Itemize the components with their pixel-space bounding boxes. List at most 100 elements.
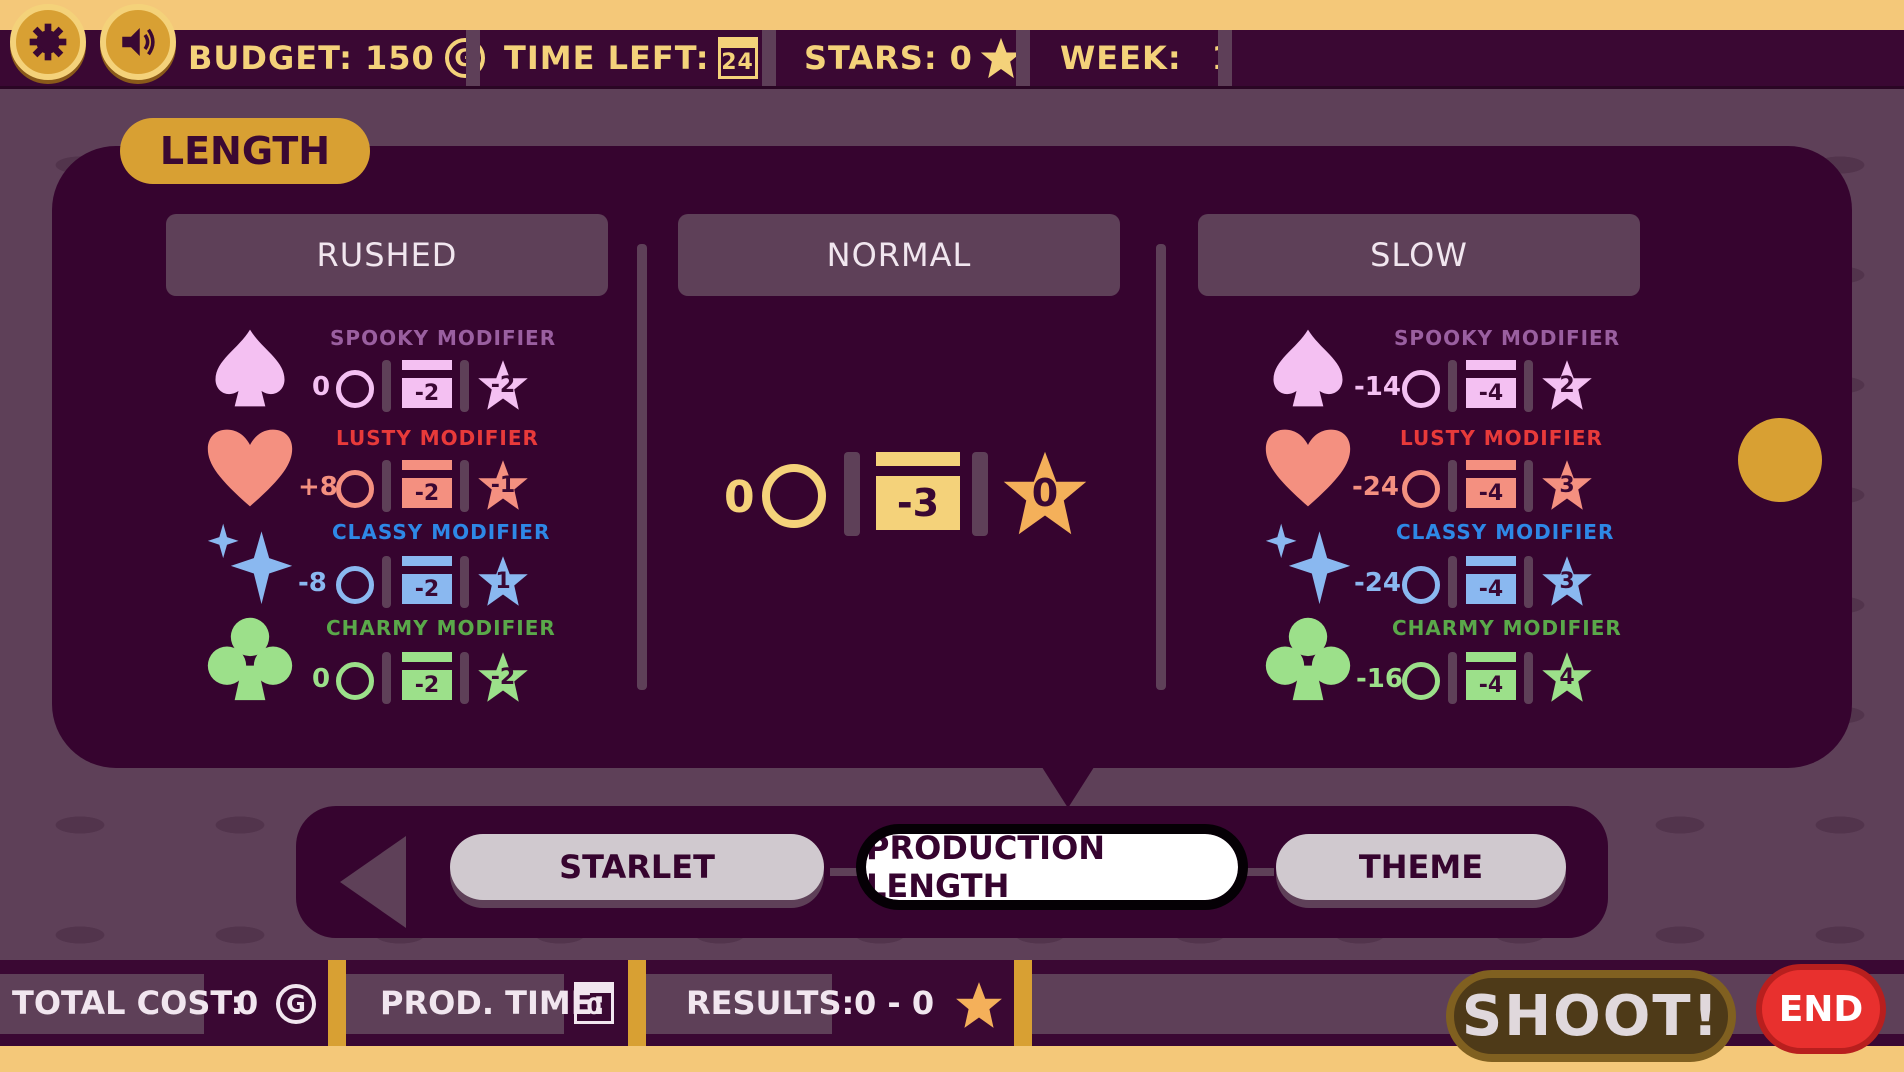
coin-icon: [1402, 662, 1440, 700]
back-arrow-icon[interactable]: [340, 836, 406, 928]
option-rushed[interactable]: RUSHED: [166, 214, 608, 296]
sound-button[interactable]: [100, 4, 176, 80]
star-icon: 2: [1540, 358, 1594, 412]
week-label: WEEK:: [1060, 39, 1182, 77]
modifier-cost: 0: [312, 664, 331, 694]
time-left-display: TIME LEFT: 24: [504, 30, 758, 86]
star-icon: -1: [476, 458, 530, 512]
modifier-time: -2: [402, 478, 452, 508]
star-icon: 1: [476, 554, 530, 608]
budget-label: BUDGET:: [188, 39, 353, 77]
calendar-icon: -3: [876, 452, 960, 536]
modifier-label: CLASSY MODIFIER: [332, 520, 551, 544]
calendar-icon: 0: [574, 982, 614, 1024]
modifier-stars: -2: [490, 372, 516, 398]
modifier-cost: -14: [1354, 372, 1401, 402]
calendar-icon: 24: [717, 37, 758, 79]
tab-production-length[interactable]: PRODUCTION LENGTH: [856, 824, 1248, 910]
calendar-icon: -4: [1466, 360, 1516, 410]
top-separator: [1218, 30, 1232, 86]
summary-cost: 0: [724, 472, 755, 523]
calendar-icon: -4: [1466, 652, 1516, 702]
budget-display: BUDGET: 150 G: [188, 30, 485, 86]
total-cost-value: 0: [236, 984, 259, 1022]
modifier-time: -2: [402, 670, 452, 700]
modifier-label: LUSTY MODIFIER: [336, 426, 539, 450]
week-display: WEEK: 1: [1060, 30, 1235, 86]
mini-divider: [460, 360, 469, 412]
shoot-button[interactable]: SHOOT!: [1446, 970, 1736, 1062]
star-icon: 4: [1540, 650, 1594, 704]
modifier-time: -4: [1466, 670, 1516, 700]
mini-divider: [460, 460, 469, 512]
modifier-label: LUSTY MODIFIER: [1400, 426, 1603, 450]
summary-time: -3: [876, 476, 960, 530]
settings-button[interactable]: [10, 4, 86, 80]
modifier-time: -4: [1466, 478, 1516, 508]
top-separator: [1016, 30, 1030, 86]
option-normal[interactable]: NORMAL: [678, 214, 1120, 296]
modifier-stars: 4: [1559, 664, 1575, 690]
modifier-stars: 3: [1559, 568, 1575, 594]
coin-icon: G: [276, 984, 316, 1024]
modifier-cost: +8: [298, 472, 338, 502]
stars-label: STARS:: [804, 39, 938, 77]
calendar-icon: -4: [1466, 460, 1516, 510]
coin-icon: [336, 662, 374, 700]
modifier-cost: -24: [1354, 568, 1401, 598]
mini-divider: [1524, 556, 1533, 608]
end-button[interactable]: END: [1756, 964, 1886, 1054]
club-icon: [207, 617, 293, 701]
mini-divider: [382, 360, 391, 412]
modifier-time: -2: [402, 378, 452, 408]
time-left-label: TIME LEFT:: [504, 39, 710, 77]
summary-stars: 0: [1031, 471, 1059, 515]
total-cost-label: TOTAL COST:: [12, 984, 244, 1022]
top-separator: [762, 30, 776, 86]
modifier-stars: 1: [495, 568, 511, 594]
club-icon: [1265, 617, 1351, 701]
coin-icon: [1402, 370, 1440, 408]
modifier-time: -2: [402, 574, 452, 604]
selection-indicator: [1738, 418, 1822, 502]
column-divider: [1156, 244, 1166, 690]
modifier-stars: -1: [490, 472, 516, 498]
coin-icon: [336, 566, 374, 604]
modifier-time: -4: [1466, 574, 1516, 604]
modifier-stars: 2: [1559, 372, 1575, 398]
calendar-icon: -2: [402, 652, 452, 702]
bottom-separator: [328, 960, 346, 1046]
modifier-cost: -8: [298, 568, 327, 598]
top-stripe: [0, 0, 1904, 30]
spade-icon: [1273, 329, 1343, 407]
top-bar: BUDGET: 150 G TIME LEFT: 24 STARS: 0 WEE…: [0, 30, 1904, 89]
star-icon: -2: [476, 650, 530, 704]
bottom-separator: [628, 960, 646, 1046]
results-label: RESULTS:: [686, 984, 855, 1022]
sparkle-icon: [1265, 523, 1351, 605]
mini-divider: [1448, 556, 1457, 608]
sparkle-icon: [207, 523, 293, 605]
budget-value: 150: [364, 39, 435, 77]
prod-time-value: 0: [586, 994, 602, 1020]
prod-time-label: PROD. TIME:: [380, 984, 606, 1022]
tab-connector: [1238, 868, 1274, 876]
stars-value: 0: [949, 39, 973, 77]
modifier-time: -4: [1466, 378, 1516, 408]
modifier-cost: -24: [1352, 472, 1399, 502]
option-slow[interactable]: SLOW: [1198, 214, 1640, 296]
calendar-icon: -2: [402, 556, 452, 606]
mini-divider: [460, 652, 469, 704]
coin-icon: [762, 464, 826, 528]
mini-divider: [382, 460, 391, 512]
top-separator: [466, 30, 480, 86]
mini-divider: [844, 452, 860, 536]
tab-theme[interactable]: THEME: [1276, 834, 1566, 900]
modifier-label: CHARMY MODIFIER: [1392, 616, 1622, 640]
mini-divider: [1448, 360, 1457, 412]
star-icon: [956, 982, 1002, 1028]
modifier-stars: 3: [1559, 472, 1575, 498]
speaker-icon: [122, 28, 155, 56]
mini-divider: [382, 556, 391, 608]
tab-starlet[interactable]: STARLET: [450, 834, 824, 900]
